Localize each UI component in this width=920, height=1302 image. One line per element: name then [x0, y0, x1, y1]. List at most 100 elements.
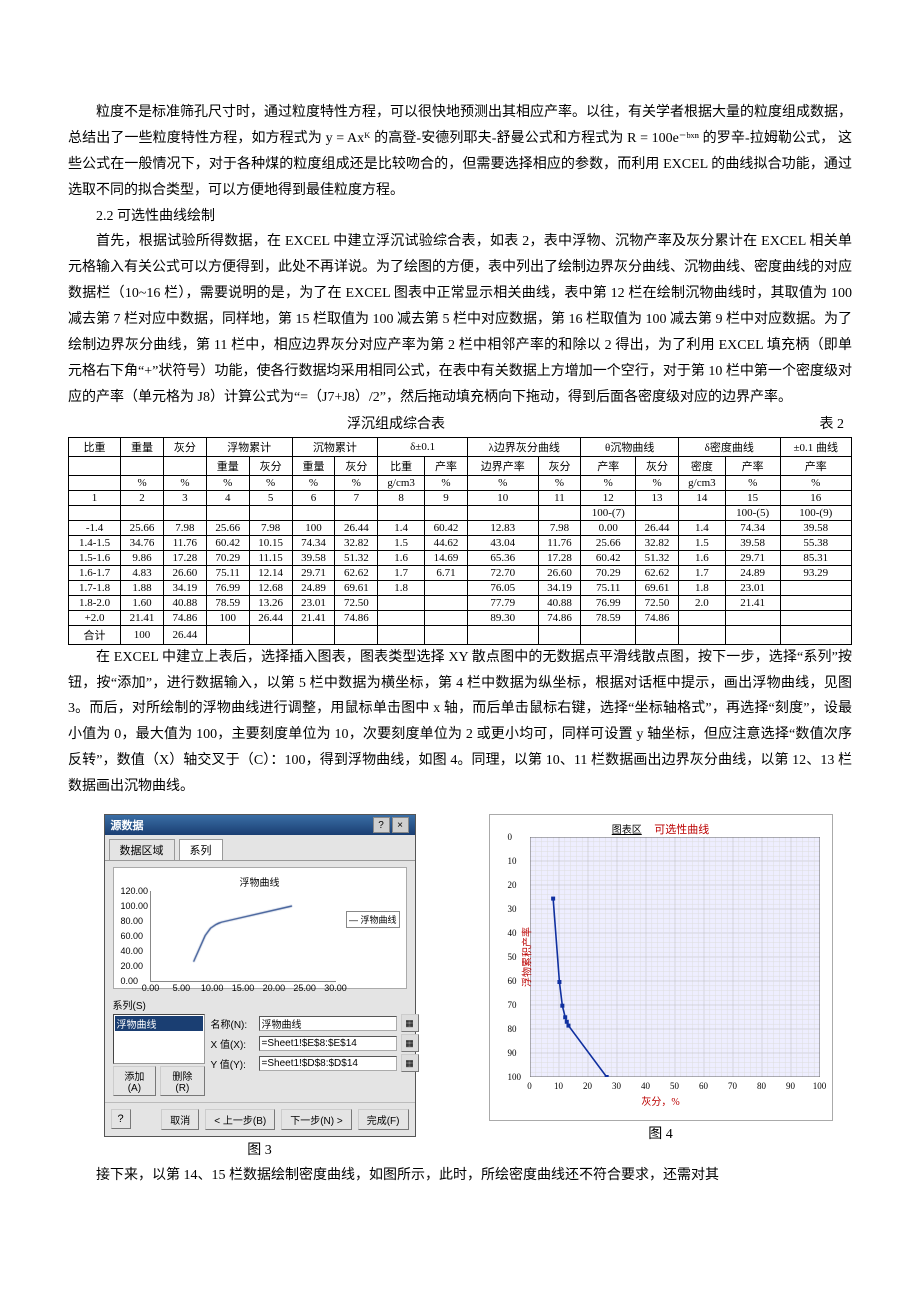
- table-cell: 77.79: [467, 595, 538, 610]
- table-cell: 产率: [425, 456, 468, 475]
- table-header: δ±0.1: [378, 437, 468, 456]
- table-cell: [378, 595, 425, 610]
- table-cell: 1.88: [121, 580, 164, 595]
- next-button[interactable]: 下一步(N) >: [281, 1109, 352, 1130]
- table-cell: 8: [378, 490, 425, 505]
- table-cell: 55.38: [780, 535, 851, 550]
- x-values-field[interactable]: [259, 1036, 397, 1051]
- table-cell: %: [581, 475, 636, 490]
- y-tick: 60: [508, 976, 517, 986]
- table-cell: 51.32: [636, 550, 679, 565]
- table-cell: 1.7-1.8: [69, 580, 121, 595]
- table-cell: [378, 505, 425, 520]
- table-cell: 69.61: [636, 580, 679, 595]
- table-cell: 3: [163, 490, 206, 505]
- table-cell: g/cm3: [678, 475, 725, 490]
- source-data-dialog: 源数据 ? × 数据区域 系列 浮物曲线 — 浮物曲线 120.00100.00…: [104, 814, 416, 1137]
- table-cell: [69, 505, 121, 520]
- table-cell: 1.4: [678, 520, 725, 535]
- table-cell: 10: [467, 490, 538, 505]
- table-cell: 7: [335, 490, 378, 505]
- table-cell: 26.60: [538, 565, 581, 580]
- list-item[interactable]: 浮物曲线: [115, 1016, 203, 1031]
- table-cell: 21.41: [292, 610, 335, 625]
- table-cell: 26.44: [636, 520, 679, 535]
- table-cell: 4.83: [121, 565, 164, 580]
- range-picker-icon[interactable]: ▦: [401, 1034, 419, 1052]
- paragraph: 接下来，以第 14、15 栏数据绘制密度曲线，如图所示，此时，所绘密度曲线还不符…: [68, 1163, 852, 1189]
- table-cell: 29.71: [292, 565, 335, 580]
- table-cell: 1.6-1.7: [69, 565, 121, 580]
- table-cell: [636, 505, 679, 520]
- table-cell: [467, 505, 538, 520]
- table-cell: 34.76: [121, 535, 164, 550]
- add-button[interactable]: 添加(A): [113, 1066, 157, 1096]
- delete-button[interactable]: 删除(R): [160, 1066, 204, 1096]
- y-axis-label: 浮物累积产率: [518, 927, 533, 987]
- tab-series[interactable]: 系列: [179, 839, 223, 860]
- x-tick: 70: [728, 1081, 737, 1091]
- finish-button[interactable]: 完成(F): [358, 1109, 409, 1130]
- table-cell: 灰分: [636, 456, 679, 475]
- y-tick: 0: [508, 832, 513, 842]
- name-label: 名称(N):: [211, 1016, 255, 1031]
- table-cell: 23.01: [725, 580, 780, 595]
- table-header: λ边界灰分曲线: [467, 437, 580, 456]
- figure-caption: 图 4: [648, 1123, 673, 1143]
- tab-data-range[interactable]: 数据区域: [109, 839, 175, 860]
- table-cell: 5: [249, 490, 292, 505]
- dialog-title: 源数据: [111, 817, 371, 833]
- range-picker-icon[interactable]: ▦: [401, 1014, 419, 1032]
- table-cell: 78.59: [581, 610, 636, 625]
- series-listbox[interactable]: 浮物曲线: [113, 1014, 205, 1064]
- table-cell: [121, 505, 164, 520]
- y-values-field[interactable]: [259, 1056, 397, 1071]
- range-picker-icon[interactable]: ▦: [401, 1054, 419, 1072]
- table-cell: 11.76: [163, 535, 206, 550]
- table-cell: 16: [780, 490, 851, 505]
- table-cell: 1.6: [678, 550, 725, 565]
- cancel-button[interactable]: 取消: [161, 1109, 199, 1130]
- table-cell: 1.5: [678, 535, 725, 550]
- table-header: 灰分: [163, 437, 206, 456]
- help-button[interactable]: ?: [111, 1109, 131, 1129]
- table-cell: 1.8-2.0: [69, 595, 121, 610]
- table-cell: [780, 625, 851, 644]
- table-cell: [292, 505, 335, 520]
- close-icon[interactable]: ×: [392, 817, 409, 833]
- table-cell: %: [249, 475, 292, 490]
- table-cell: 32.82: [636, 535, 679, 550]
- table-cell: 1.8: [378, 580, 425, 595]
- table-cell: [335, 505, 378, 520]
- table-cell: 69.61: [335, 580, 378, 595]
- back-button[interactable]: < 上一步(B): [205, 1109, 275, 1130]
- table-cell: [163, 505, 206, 520]
- table-cell: [538, 625, 581, 644]
- table-cell: 12: [581, 490, 636, 505]
- table-cell: 65.36: [467, 550, 538, 565]
- table-cell: [425, 625, 468, 644]
- name-field[interactable]: [259, 1016, 397, 1031]
- table-cell: [678, 625, 725, 644]
- paragraph: 在 EXCEL 中建立上表后，选择插入图表，图表类型选择 XY 散点图中的无数据…: [68, 645, 852, 800]
- table-cell: 9.86: [121, 550, 164, 565]
- table-cell: 7.98: [538, 520, 581, 535]
- table-cell: 26.44: [249, 610, 292, 625]
- table-cell: 72.70: [467, 565, 538, 580]
- table-cell: 26.60: [163, 565, 206, 580]
- x-tick: 60: [699, 1081, 708, 1091]
- table-cell: 39.58: [780, 520, 851, 535]
- table-cell: 60.42: [425, 520, 468, 535]
- table-cell: 12.14: [249, 565, 292, 580]
- help-icon[interactable]: ?: [373, 817, 390, 833]
- table-cell: 93.29: [780, 565, 851, 580]
- table-cell: 产率: [780, 456, 851, 475]
- table-cell: 70.29: [581, 565, 636, 580]
- x-tick: 30: [612, 1081, 621, 1091]
- table-cell: [69, 475, 121, 490]
- table-cell: 重量: [292, 456, 335, 475]
- table-cell: 100: [121, 625, 164, 644]
- table-cell: 85.31: [780, 550, 851, 565]
- table-cell: 25.66: [581, 535, 636, 550]
- table-cell: 重量: [206, 456, 249, 475]
